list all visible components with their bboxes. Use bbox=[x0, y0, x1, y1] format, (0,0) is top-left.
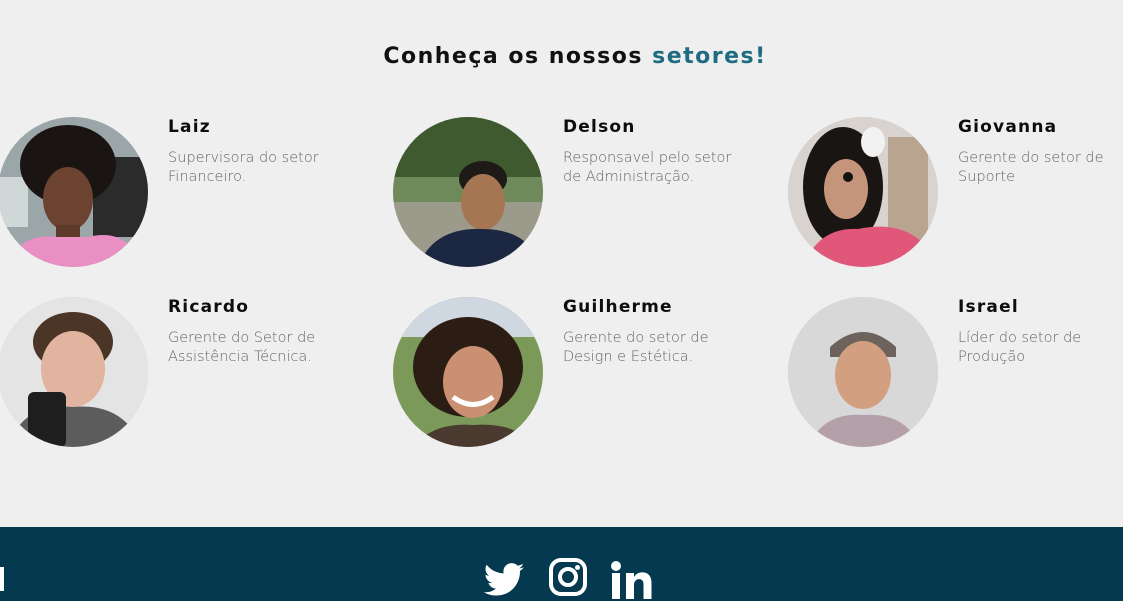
avatar bbox=[393, 117, 543, 267]
linkedin-icon[interactable] bbox=[610, 561, 654, 601]
member-card-giovanna: Giovanna Gerente do setor de Suporte bbox=[788, 117, 1123, 277]
member-name: Delson bbox=[563, 117, 636, 137]
member-card-ricardo: Ricardo Gerente do Setor de Assistência … bbox=[0, 297, 358, 457]
section-heading: Conheça os nossos setores! bbox=[0, 44, 1123, 69]
avatar bbox=[0, 297, 148, 447]
member-role: Gerente do setor de Suporte bbox=[958, 150, 1104, 185]
member-role: Responsavel pelo setor de Administração. bbox=[563, 150, 732, 185]
twitter-icon[interactable] bbox=[482, 557, 526, 601]
member-role: Supervisora do setor Financeiro. bbox=[168, 150, 319, 185]
footer bbox=[0, 527, 1123, 601]
heading-accent: setores! bbox=[652, 44, 767, 69]
member-card-israel: Israel Líder do setor de Produção bbox=[788, 297, 1123, 457]
instagram-icon[interactable] bbox=[548, 557, 588, 601]
member-name: Israel bbox=[958, 297, 1019, 317]
avatar bbox=[393, 297, 543, 447]
member-name: Guilherme bbox=[563, 297, 673, 317]
avatar bbox=[0, 117, 148, 267]
heading-main: Conheça os nossos bbox=[383, 44, 643, 69]
member-role: Gerente do setor de Design e Estética. bbox=[563, 330, 709, 365]
member-name: Ricardo bbox=[168, 297, 250, 317]
avatar bbox=[788, 297, 938, 447]
member-card-delson: Delson Responsavel pelo setor de Adminis… bbox=[393, 117, 753, 277]
member-card-guilherme: Guilherme Gerente do setor de Design e E… bbox=[393, 297, 753, 457]
avatar bbox=[788, 117, 938, 267]
member-name: Laiz bbox=[168, 117, 211, 137]
member-role: Líder do setor de Produção bbox=[958, 330, 1082, 365]
member-card-laiz: Laiz Supervisora do setor Financeiro. bbox=[0, 117, 358, 277]
member-name: Giovanna bbox=[958, 117, 1058, 137]
footer-edge-mark bbox=[0, 567, 4, 591]
member-role: Gerente do Setor de Assistência Técnica. bbox=[168, 330, 316, 365]
